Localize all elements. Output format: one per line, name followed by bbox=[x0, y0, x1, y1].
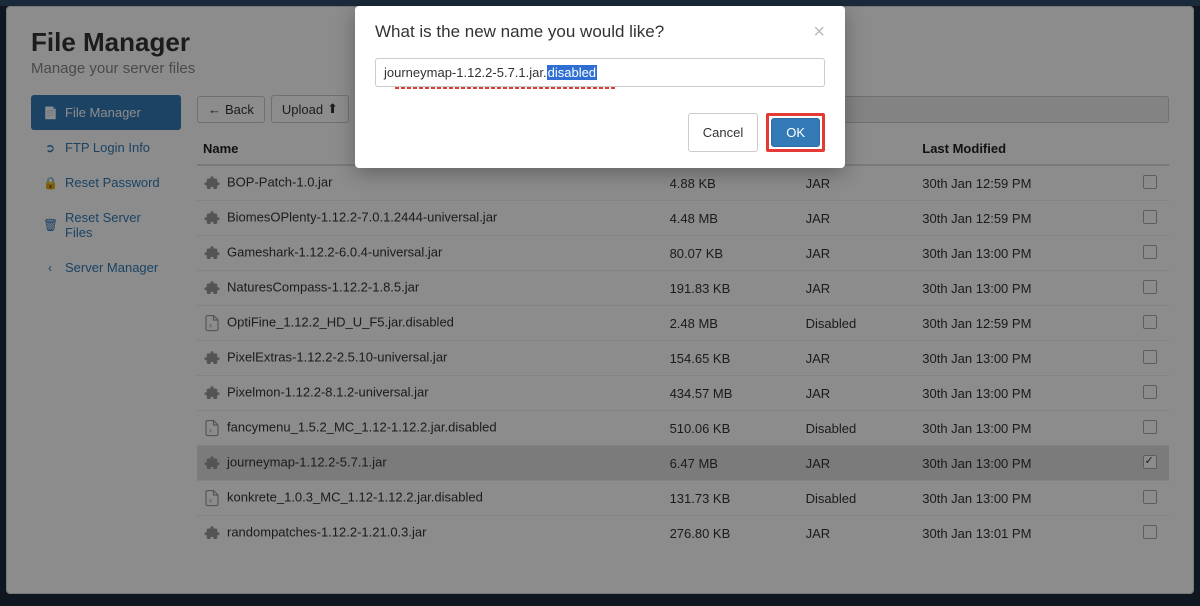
modal-title: What is the new name you would like? bbox=[375, 22, 664, 42]
spellcheck-underline bbox=[395, 87, 615, 89]
ok-button[interactable]: OK bbox=[771, 118, 820, 147]
ok-button-highlight: OK bbox=[766, 113, 825, 152]
rename-input-selection: disabled bbox=[547, 65, 597, 80]
cancel-button[interactable]: Cancel bbox=[688, 113, 758, 152]
rename-modal: What is the new name you would like? × j… bbox=[355, 6, 845, 168]
close-icon[interactable]: × bbox=[813, 22, 825, 42]
rename-input-prefix: journeymap-1.12.2-5.7.1.jar. bbox=[384, 65, 547, 80]
rename-input[interactable]: journeymap-1.12.2-5.7.1.jar.disabled bbox=[375, 58, 825, 87]
